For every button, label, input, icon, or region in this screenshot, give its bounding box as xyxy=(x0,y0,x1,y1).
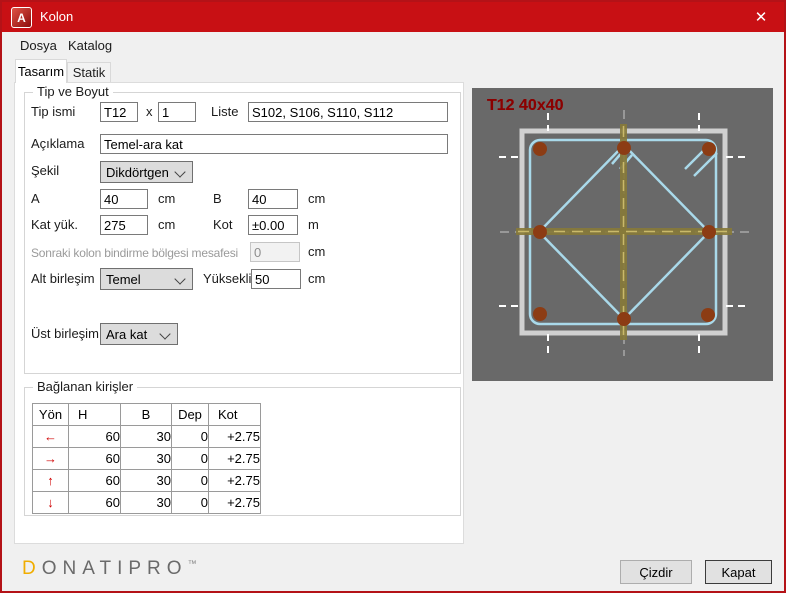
donatipro-logo: DONATIPRO™ xyxy=(22,558,197,580)
col-h: H xyxy=(69,404,121,426)
beam-kot-cell[interactable]: +2.75 xyxy=(209,448,261,470)
beam-kot-cell[interactable]: +2.75 xyxy=(209,492,261,514)
beam-row: → 60 30 0 +2.75 xyxy=(33,448,261,470)
window-title: Kolon xyxy=(40,2,73,32)
tab-page-tasarim: Tip ve Boyut Tip ismi x Liste Açıklama Ş… xyxy=(14,82,464,544)
sekil-select[interactable]: Dikdörtgen xyxy=(100,161,193,183)
col-dep: Dep xyxy=(172,404,209,426)
kot-label: Kot xyxy=(213,215,233,235)
b-label: B xyxy=(213,189,222,209)
beam-dep-cell[interactable]: 0 xyxy=(172,448,209,470)
beam-h-cell[interactable]: 60 xyxy=(69,470,121,492)
beam-h-cell[interactable]: 60 xyxy=(69,492,121,514)
a-input[interactable] xyxy=(100,189,148,209)
tab-statik[interactable]: Statik xyxy=(67,62,111,83)
logo-rest: ONATIPRO xyxy=(42,558,188,579)
beam-kot-cell[interactable]: +2.75 xyxy=(209,470,261,492)
yukseklik-label: Yükseklik xyxy=(203,269,258,289)
beam-dep-cell[interactable]: 0 xyxy=(172,492,209,514)
menu-dosya[interactable]: Dosya xyxy=(16,32,61,59)
arrow-left-icon: ← xyxy=(44,429,57,444)
beam-row: ↓ 60 30 0 +2.75 xyxy=(33,492,261,514)
liste-input[interactable] xyxy=(248,102,448,122)
bindirme-label: Sonraki kolon bindirme bölgesi mesafesi xyxy=(31,243,238,263)
aciklama-input[interactable] xyxy=(100,134,448,154)
cizdir-button[interactable]: Çizdir xyxy=(620,560,692,584)
kat-yuk-input[interactable] xyxy=(100,215,148,235)
sekil-value: Dikdörtgen xyxy=(106,165,169,180)
beam-h-cell[interactable]: 60 xyxy=(69,448,121,470)
yukseklik-input[interactable] xyxy=(251,269,301,289)
a-label: A xyxy=(31,189,40,209)
tip-count-input[interactable] xyxy=(158,102,196,122)
column-section-drawing xyxy=(472,88,773,381)
group-baglanan-kirisler: Bağlanan kirişler Yön H B Dep Kot ← 60 3… xyxy=(24,387,461,516)
kot-unit: m xyxy=(308,215,319,235)
tip-ismi-input[interactable] xyxy=(100,102,138,122)
beam-row: ↑ 60 30 0 +2.75 xyxy=(33,470,261,492)
times-label: x xyxy=(146,102,153,122)
arrow-up-icon: ↑ xyxy=(47,473,54,488)
beam-b-cell[interactable]: 30 xyxy=(121,426,172,448)
sekil-label: Şekil xyxy=(31,161,59,181)
bindirme-input xyxy=(250,242,300,262)
menubar: Dosya Katalog xyxy=(2,32,784,59)
aciklama-label: Açıklama xyxy=(31,134,84,154)
beams-table: Yön H B Dep Kot ← 60 30 0 +2.75 → 60 30 xyxy=(32,403,261,514)
alt-birlesim-value: Temel xyxy=(106,272,141,287)
chevron-down-icon xyxy=(174,166,185,177)
logo-letter-d: D xyxy=(22,558,42,579)
kapat-button[interactable]: Kapat xyxy=(705,560,772,584)
arrow-right-icon: → xyxy=(44,451,57,466)
preview-section-label: T12 40x40 xyxy=(487,97,564,115)
yukseklik-unit: cm xyxy=(308,269,325,289)
alt-birlesim-label: Alt birleşim xyxy=(31,269,95,289)
chevron-down-icon xyxy=(159,328,170,339)
bindirme-unit: cm xyxy=(308,242,325,262)
kat-yuk-unit: cm xyxy=(158,215,175,235)
b-unit: cm xyxy=(308,189,325,209)
group-tip-ve-boyut: Tip ve Boyut Tip ismi x Liste Açıklama Ş… xyxy=(24,92,461,374)
col-b: B xyxy=(121,404,172,426)
app-logo-icon: A xyxy=(11,7,32,28)
logo-tm: ™ xyxy=(188,559,197,569)
kat-yuk-label: Kat yük. xyxy=(31,215,78,235)
ust-birlesim-label: Üst birleşim xyxy=(31,324,99,344)
group-baglanan-kirisler-legend: Bağlanan kirişler xyxy=(33,379,137,394)
col-yon: Yön xyxy=(33,404,69,426)
beam-dep-cell[interactable]: 0 xyxy=(172,470,209,492)
titlebar: A Kolon ✕ xyxy=(2,2,784,32)
beam-dep-cell-selected[interactable]: 0 xyxy=(172,426,209,448)
col-kot: Kot xyxy=(209,404,261,426)
kolon-dialog: A Kolon ✕ Dosya Katalog Tasarım Statik T… xyxy=(0,0,786,593)
a-unit: cm xyxy=(158,189,175,209)
ust-birlesim-value: Ara kat xyxy=(106,327,147,342)
close-icon[interactable]: ✕ xyxy=(744,2,778,32)
beam-b-cell[interactable]: 30 xyxy=(121,492,172,514)
b-input[interactable] xyxy=(248,189,298,209)
tab-tasarim[interactable]: Tasarım xyxy=(15,59,67,83)
beam-b-cell[interactable]: 30 xyxy=(121,448,172,470)
chevron-down-icon xyxy=(174,273,185,284)
beam-kot-cell[interactable]: +2.75 xyxy=(209,426,261,448)
alt-birlesim-select[interactable]: Temel xyxy=(100,268,193,290)
menu-katalog[interactable]: Katalog xyxy=(64,32,116,59)
liste-label: Liste xyxy=(211,102,238,122)
beams-header-row: Yön H B Dep Kot xyxy=(33,404,261,426)
ust-birlesim-select[interactable]: Ara kat xyxy=(100,323,178,345)
kot-input[interactable] xyxy=(248,215,298,235)
column-section-preview: T12 40x40 xyxy=(472,88,773,381)
arrow-down-icon: ↓ xyxy=(47,495,54,510)
beam-h-cell[interactable]: 60 xyxy=(69,426,121,448)
group-tip-ve-boyut-legend: Tip ve Boyut xyxy=(33,84,113,99)
beam-row: ← 60 30 0 +2.75 xyxy=(33,426,261,448)
tip-ismi-label: Tip ismi xyxy=(31,102,75,122)
beam-b-cell[interactable]: 30 xyxy=(121,470,172,492)
